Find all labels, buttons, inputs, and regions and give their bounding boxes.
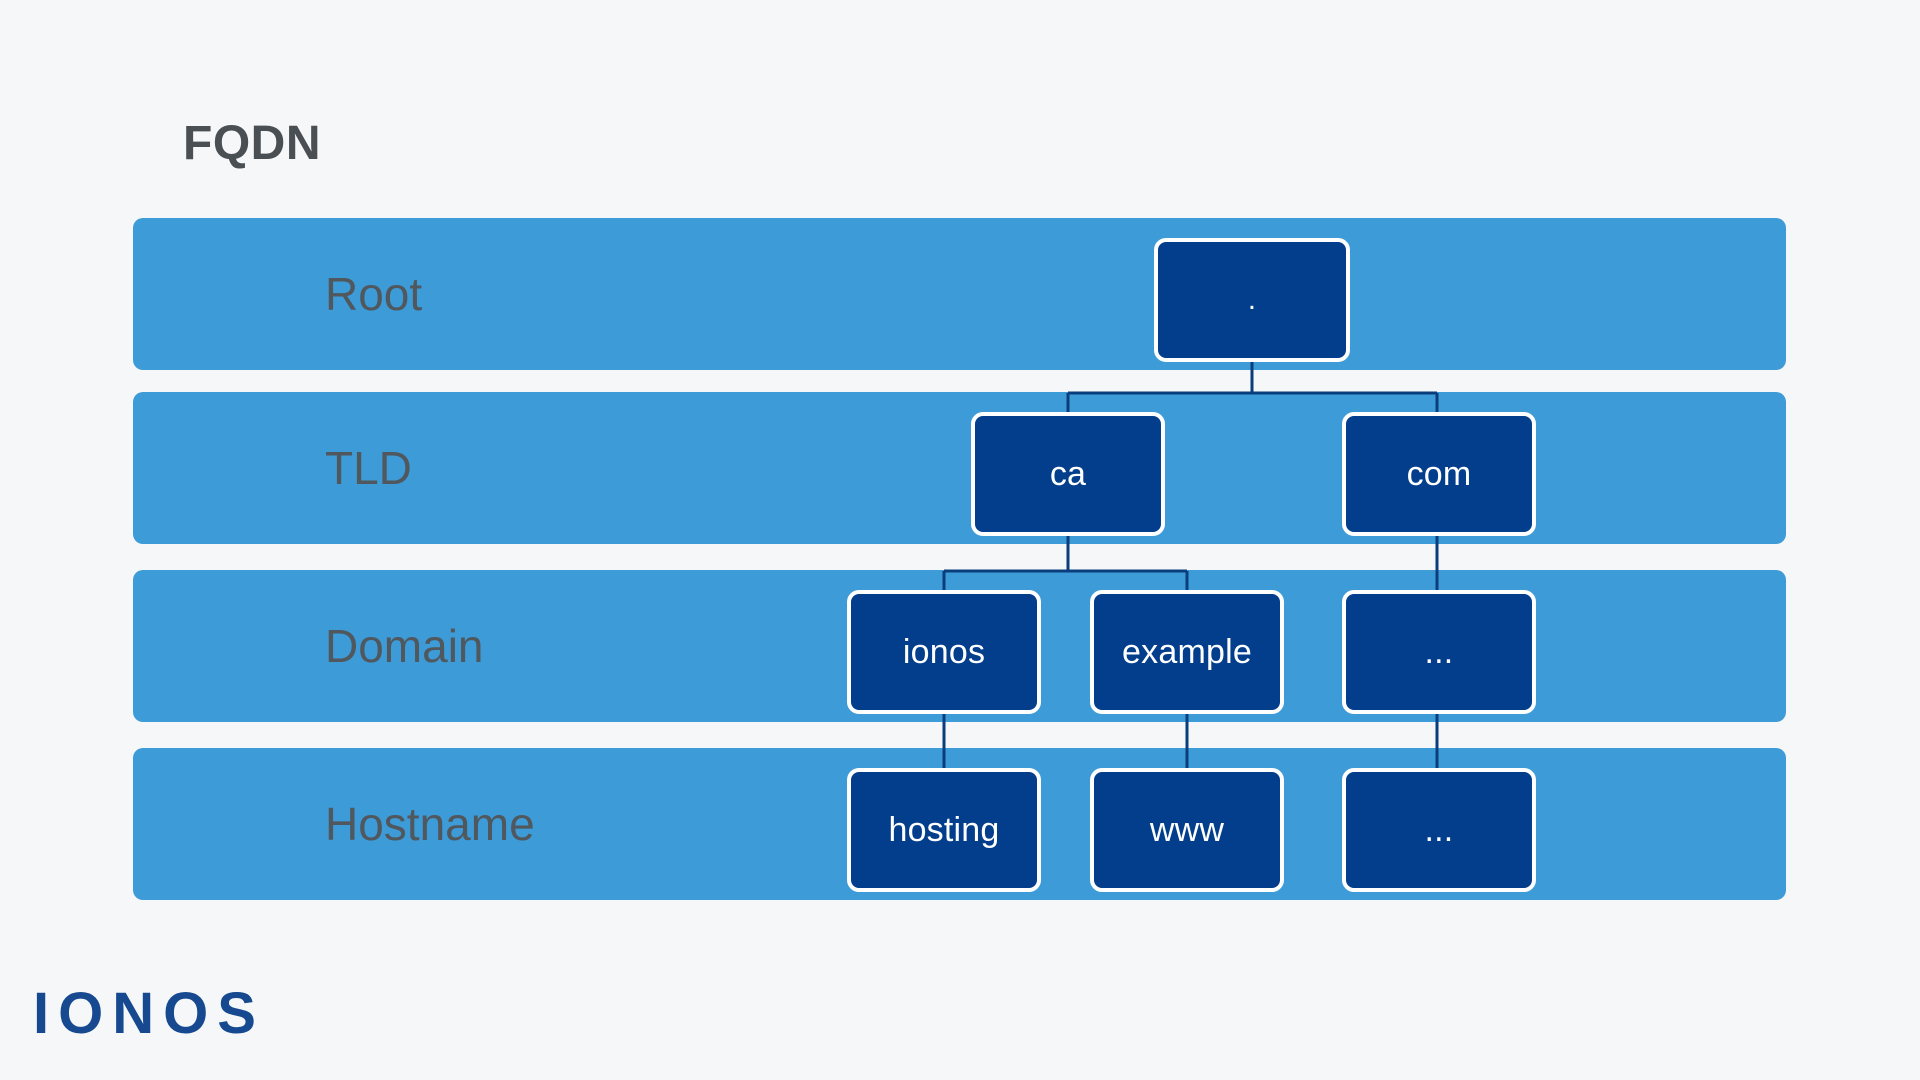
- level-label-tld: TLD: [325, 442, 412, 494]
- node-tld-ca[interactable]: ca: [971, 412, 1165, 536]
- level-band-tld: TLD: [133, 392, 1786, 544]
- node-hostname-hosting[interactable]: hosting: [847, 768, 1041, 892]
- node-domain-more[interactable]: ...: [1342, 590, 1536, 714]
- node-domain-ionos[interactable]: ionos: [847, 590, 1041, 714]
- level-label-domain: Domain: [325, 620, 484, 672]
- node-domain-example[interactable]: example: [1090, 590, 1284, 714]
- node-tld-com[interactable]: com: [1342, 412, 1536, 536]
- node-hostname-more[interactable]: ...: [1342, 768, 1536, 892]
- page-title: FQDN: [183, 117, 321, 170]
- node-hostname-www[interactable]: www: [1090, 768, 1284, 892]
- level-label-hostname: Hostname: [325, 798, 535, 850]
- level-label-root: Root: [325, 268, 423, 320]
- level-band-root: Root: [133, 218, 1786, 370]
- node-root[interactable]: .: [1154, 238, 1350, 362]
- ionos-logo: IONOS: [33, 981, 265, 1046]
- diagram-canvas: FQDN Root TLD Domain Hostname . ca com i…: [0, 0, 1920, 1080]
